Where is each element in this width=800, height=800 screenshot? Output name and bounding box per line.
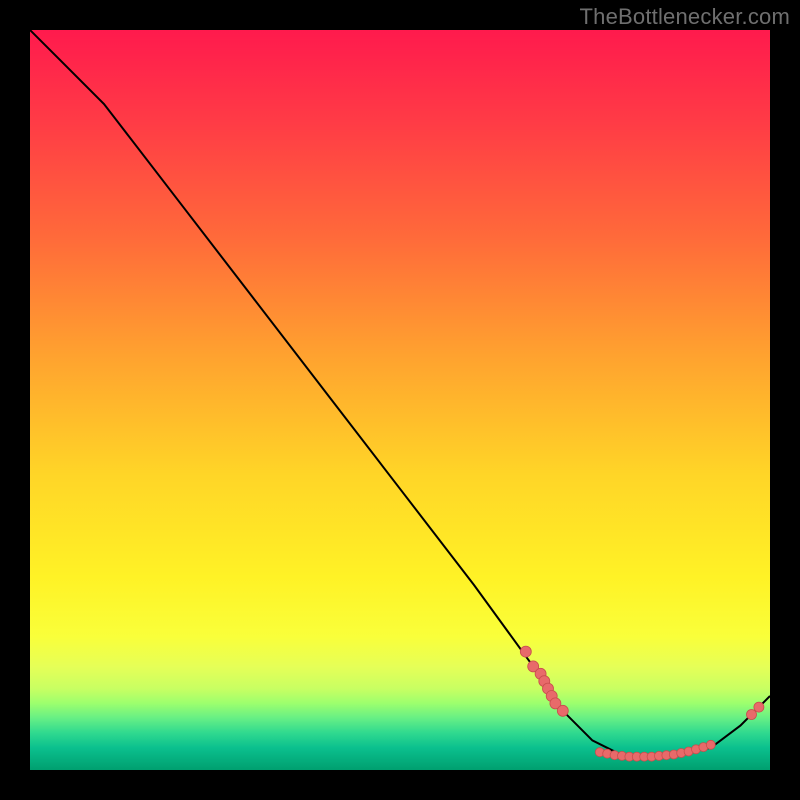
marker-cluster-left <box>520 646 568 716</box>
data-marker <box>520 646 531 657</box>
bottleneck-curve <box>30 30 770 755</box>
watermark-label: TheBottlenecker.com <box>580 4 790 30</box>
data-marker <box>747 710 757 720</box>
data-marker <box>706 740 715 749</box>
chart-svg <box>30 30 770 770</box>
chart-container: TheBottlenecker.com <box>0 0 800 800</box>
marker-cluster-right <box>747 702 764 719</box>
data-marker <box>557 705 568 716</box>
marker-cluster-bottom <box>595 740 715 761</box>
data-marker <box>754 702 764 712</box>
plot-area <box>30 30 770 770</box>
